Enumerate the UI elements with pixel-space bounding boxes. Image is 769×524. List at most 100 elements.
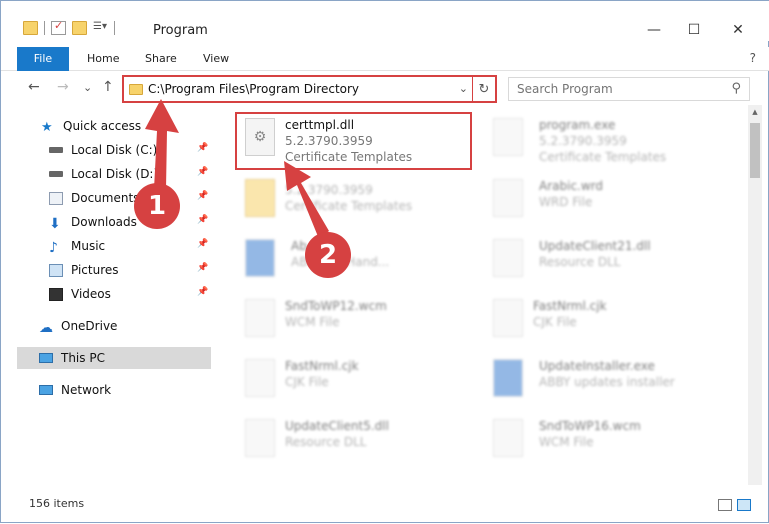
close-button[interactable]: ✕ [724,20,752,40]
ribbon-tabs: File Home Share View ? [1,47,769,71]
minimize-button[interactable]: — [640,20,668,40]
maximize-button[interactable]: ☐ [680,20,708,40]
file-type: Resource DLL [539,255,621,269]
file-item[interactable]: UpdateClient21.dll Resource DLL [483,233,723,289]
file-item[interactable]: program.exe 5.2.3790.3959 Certificate Te… [483,112,723,168]
search-icon[interactable]: ⚲ [731,81,741,96]
file-type: Resource DLL [285,435,367,449]
refresh-button[interactable]: ↻ [472,77,495,101]
sidebar-item-downloads[interactable]: ⬇ Downloads [49,211,137,233]
file-name: program.exe [539,118,616,132]
toolbar-divider [114,21,115,35]
cloud-icon: ☁ [39,319,53,336]
chevron-down-icon[interactable]: ⌄ [459,82,468,95]
properties-icon[interactable]: ✓ [51,19,66,35]
sidebar-item-music[interactable]: ♪ Music [49,235,105,257]
file-item[interactable]: UpdateInstaller.exe ABBY updates install… [483,353,723,409]
refresh-icon: ↻ [478,81,490,97]
sidebar-item-label: Network [61,383,112,397]
pin-icon[interactable]: 📌 [197,191,208,201]
file-description: Certificate Templates [539,150,667,164]
file-item[interactable]: Ab...exe AB... ent Hand... [235,233,475,289]
drive-icon [49,171,63,177]
item-count: 156 items [29,497,85,510]
large-icons-view-icon[interactable] [737,499,751,511]
file-item[interactable]: FastNrml.cjk CJK File [235,353,475,409]
music-icon: ♪ [49,239,58,256]
file-item[interactable]: SndToWP16.wcm WCM File [483,413,723,469]
pin-icon[interactable]: 📌 [197,287,208,297]
file-name: Arabic.wrd [539,179,604,193]
dll-file-icon [493,239,523,277]
file-item[interactable]: Arabic.wrd WRD File [483,173,723,229]
explorer-window: ✓ ☰▾ Program — ☐ ✕ File Home Share View … [0,0,769,523]
sidebar-item-label: Downloads [71,215,137,229]
search-input[interactable] [509,78,719,100]
details-view-icon[interactable] [718,499,732,511]
folder-icon [245,179,275,217]
sidebar-item-pictures[interactable]: Pictures [49,259,119,281]
back-button[interactable]: ← [28,79,40,95]
scroll-thumb[interactable] [750,123,760,178]
file-item[interactable]: UpdateClient5.dll Resource DLL [235,413,475,469]
pin-icon[interactable]: 📌 [197,239,208,249]
exe-file-icon [493,359,523,397]
sidebar-item-this-pc[interactable]: This PC [17,347,211,369]
file-type: WCM File [539,435,594,449]
file-version: 5.2.3790.3959 [539,134,627,148]
folder-icon [23,21,38,35]
up-button[interactable]: ↑ [102,79,114,95]
quick-access-toolbar: ✓ ☰▾ [23,19,115,35]
pin-icon[interactable]: 📌 [197,167,208,177]
file-type: WCM File [285,315,340,329]
sidebar-item-label: Local Disk (C:) [71,143,158,157]
sidebar-item-network[interactable]: Network [39,379,111,401]
document-icon [493,419,523,457]
highlight-box [235,112,472,170]
new-folder-icon[interactable] [72,21,87,35]
search-box[interactable]: ⚲ [508,77,750,101]
pin-icon[interactable]: 📌 [197,215,208,225]
address-bar[interactable]: C:\Program Files\Program Directory ⌄ ↻ [122,75,497,103]
pin-icon[interactable]: 📌 [197,263,208,273]
customize-toolbar-icon[interactable]: ☰▾ [93,21,108,35]
tab-home[interactable]: Home [87,47,119,71]
vertical-scrollbar[interactable]: ▲ [748,105,762,485]
exe-file-icon [245,239,275,277]
sidebar-item-local-disk-d[interactable]: Local Disk (D:) [49,163,158,185]
file-type: CJK File [533,315,577,329]
recent-locations-button[interactable]: ⌄ [83,81,92,94]
sidebar-item-videos[interactable]: Videos [49,283,111,305]
navigation-bar: ← → ⌄ ↑ C:\Program Files\Program Directo… [1,75,769,103]
navigation-pane: ★ Quick access Local Disk (C:) 📌 Local D… [17,111,211,481]
file-name: UpdateInstaller.exe [539,359,655,373]
file-version: 5.2.3790.3959 [285,183,373,197]
drive-icon [49,147,63,153]
sidebar-item-label: Quick access [63,119,142,133]
sidebar-item-quick-access[interactable]: ★ Quick access [41,115,141,137]
file-item[interactable]: SndToWP12.wcm WCM File [235,293,475,349]
document-icon [493,179,523,217]
dll-file-icon [245,419,275,457]
address-path[interactable]: C:\Program Files\Program Directory [148,82,359,96]
network-icon [39,385,53,395]
pin-icon[interactable]: 📌 [197,143,208,153]
sidebar-item-local-disk-c[interactable]: Local Disk (C:) [49,139,157,161]
scroll-up-icon[interactable]: ▲ [748,105,762,119]
computer-icon [39,353,53,363]
tab-file[interactable]: File [17,47,69,71]
sidebar-item-onedrive[interactable]: ☁ OneDrive [39,315,117,337]
folder-icon [129,84,143,95]
help-icon[interactable]: ? [750,51,756,65]
tab-view[interactable]: View [203,47,229,71]
documents-icon [49,191,63,205]
sidebar-item-documents[interactable]: Documents [49,187,139,209]
sidebar-item-label: OneDrive [61,319,118,333]
file-item[interactable]: 5.2.3790.3959 Certificate Templates [235,173,475,229]
tab-share[interactable]: Share [145,47,177,71]
videos-icon [49,287,63,301]
forward-button[interactable]: → [57,79,69,95]
file-item[interactable]: FastNrml.cjk CJK File [483,293,723,349]
callout-step-2: 2 [305,232,351,278]
document-icon [245,359,275,397]
